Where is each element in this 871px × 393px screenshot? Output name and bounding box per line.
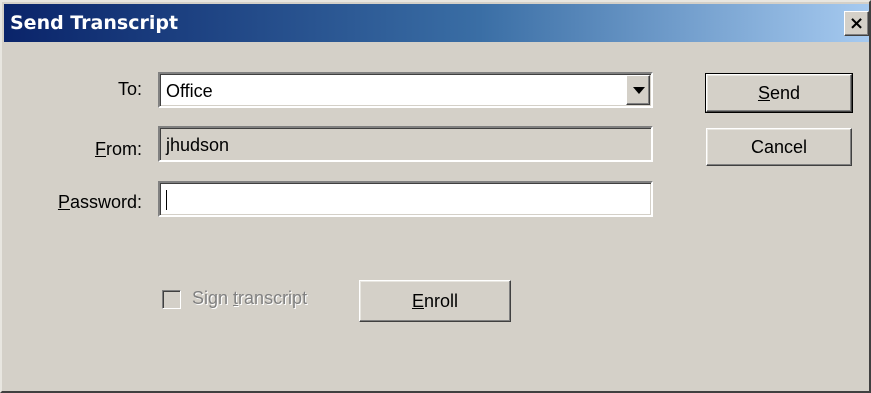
to-dropdown[interactable]: Office (158, 72, 653, 108)
text-caret (166, 189, 167, 210)
from-field-value: jhudson (166, 135, 230, 155)
sign-transcript-checkbox[interactable] (162, 290, 181, 309)
password-input[interactable] (158, 181, 653, 217)
title-bar[interactable]: Send Transcript × (4, 4, 869, 42)
to-label-text: To: (117, 79, 142, 99)
cancel-button[interactable]: Cancel (706, 128, 852, 166)
close-icon: × (848, 12, 865, 34)
password-label: Password: (22, 192, 142, 213)
from-label-mnemonic: F (95, 139, 106, 159)
enroll-button-label: nroll (424, 290, 459, 311)
send-button[interactable]: Send (705, 73, 853, 113)
sign-transcript-label-rest: ranscript (238, 288, 308, 308)
from-field: jhudson (158, 126, 653, 162)
send-button-label: end (769, 82, 801, 103)
enroll-button[interactable]: Enroll (359, 280, 511, 322)
to-dropdown-value: Office (166, 81, 213, 101)
sign-transcript-label-prefix: Sign (192, 288, 234, 308)
send-transcript-dialog: Send Transcript × To: Office From: jhuds… (0, 0, 871, 393)
close-button[interactable]: × (844, 11, 869, 36)
chevron-down-icon (633, 87, 645, 94)
to-label: To: (42, 79, 142, 100)
from-label: From: (42, 139, 142, 160)
from-label-text: rom: (106, 139, 142, 159)
send-button-mnemonic: S (757, 82, 770, 103)
sign-transcript-label: Sign transcript (192, 288, 307, 309)
password-label-mnemonic: P (57, 192, 70, 212)
to-dropdown-button[interactable] (626, 75, 650, 105)
password-label-text: assword: (69, 192, 142, 212)
enroll-button-mnemonic: E (411, 290, 424, 311)
cancel-button-label: Cancel (750, 136, 808, 157)
dialog-title: Send Transcript (10, 12, 179, 34)
